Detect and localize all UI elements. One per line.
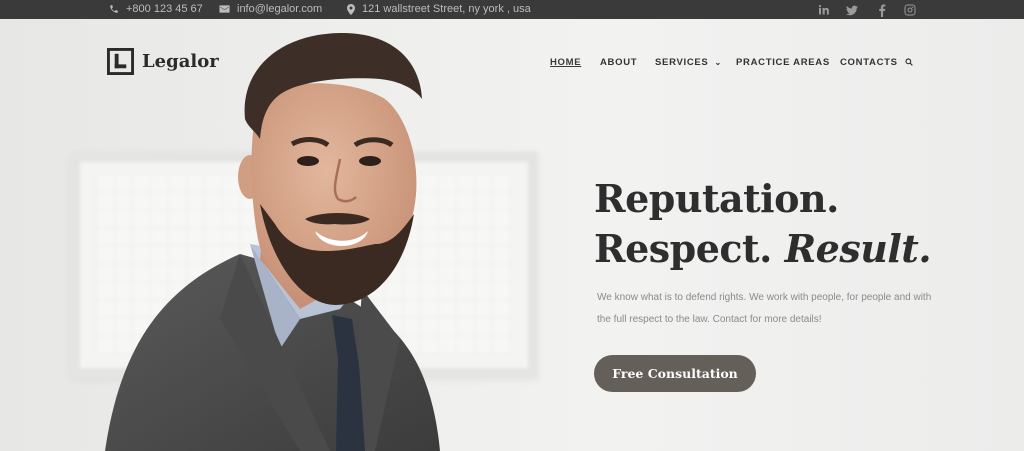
nav-services-label: SERVICES — [655, 57, 709, 68]
hero-description: We know what is to defend rights. We wor… — [597, 292, 932, 325]
chevron-down-icon: ⌄ — [714, 58, 722, 67]
nav-contacts[interactable]: CONTACTS — [840, 57, 898, 68]
nav-services[interactable]: SERVICES ⌄ — [655, 57, 722, 68]
email-contact[interactable]: info@legalor.com — [219, 3, 322, 15]
headline-result: Result. — [784, 226, 932, 271]
search-icon[interactable] — [905, 58, 913, 69]
facebook-icon[interactable] — [875, 3, 889, 17]
nav-home[interactable]: HOME — [550, 57, 581, 68]
twitter-icon[interactable] — [845, 3, 859, 17]
brand-name: Legalor — [142, 51, 219, 72]
free-consultation-button[interactable]: Free Consultation — [594, 355, 756, 392]
nav-about[interactable]: ABOUT — [600, 57, 637, 68]
brand-logo[interactable]: Legalor — [107, 48, 219, 75]
linkedin-icon[interactable] — [816, 3, 830, 17]
headline-respect: Respect. — [594, 226, 772, 271]
phone-number: +800 123 45 67 — [126, 3, 203, 15]
instagram-icon[interactable] — [903, 3, 917, 17]
envelope-icon — [219, 5, 230, 13]
headline-line-2: Respect. Result. — [594, 224, 932, 274]
logo-mark-icon — [107, 48, 134, 75]
phone-contact[interactable]: +800 123 45 67 — [109, 3, 203, 15]
lawyer-portrait-image — [105, 32, 440, 451]
email-address: info@legalor.com — [237, 3, 323, 15]
headline-line-1: Reputation. — [594, 176, 839, 221]
nav-practice-areas[interactable]: PRACTICE AREAS — [736, 57, 830, 68]
street-address: 121 wallstreet Street, ny york , usa — [362, 3, 531, 15]
phone-icon — [110, 5, 118, 13]
hero-headline: Reputation. Respect. Result. — [594, 174, 932, 274]
map-pin-icon — [347, 3, 355, 15]
address-contact: 121 wallstreet Street, ny york , usa — [347, 3, 531, 15]
top-info-bar: +800 123 45 67 info@legalor.com 121 wall… — [0, 0, 1024, 19]
